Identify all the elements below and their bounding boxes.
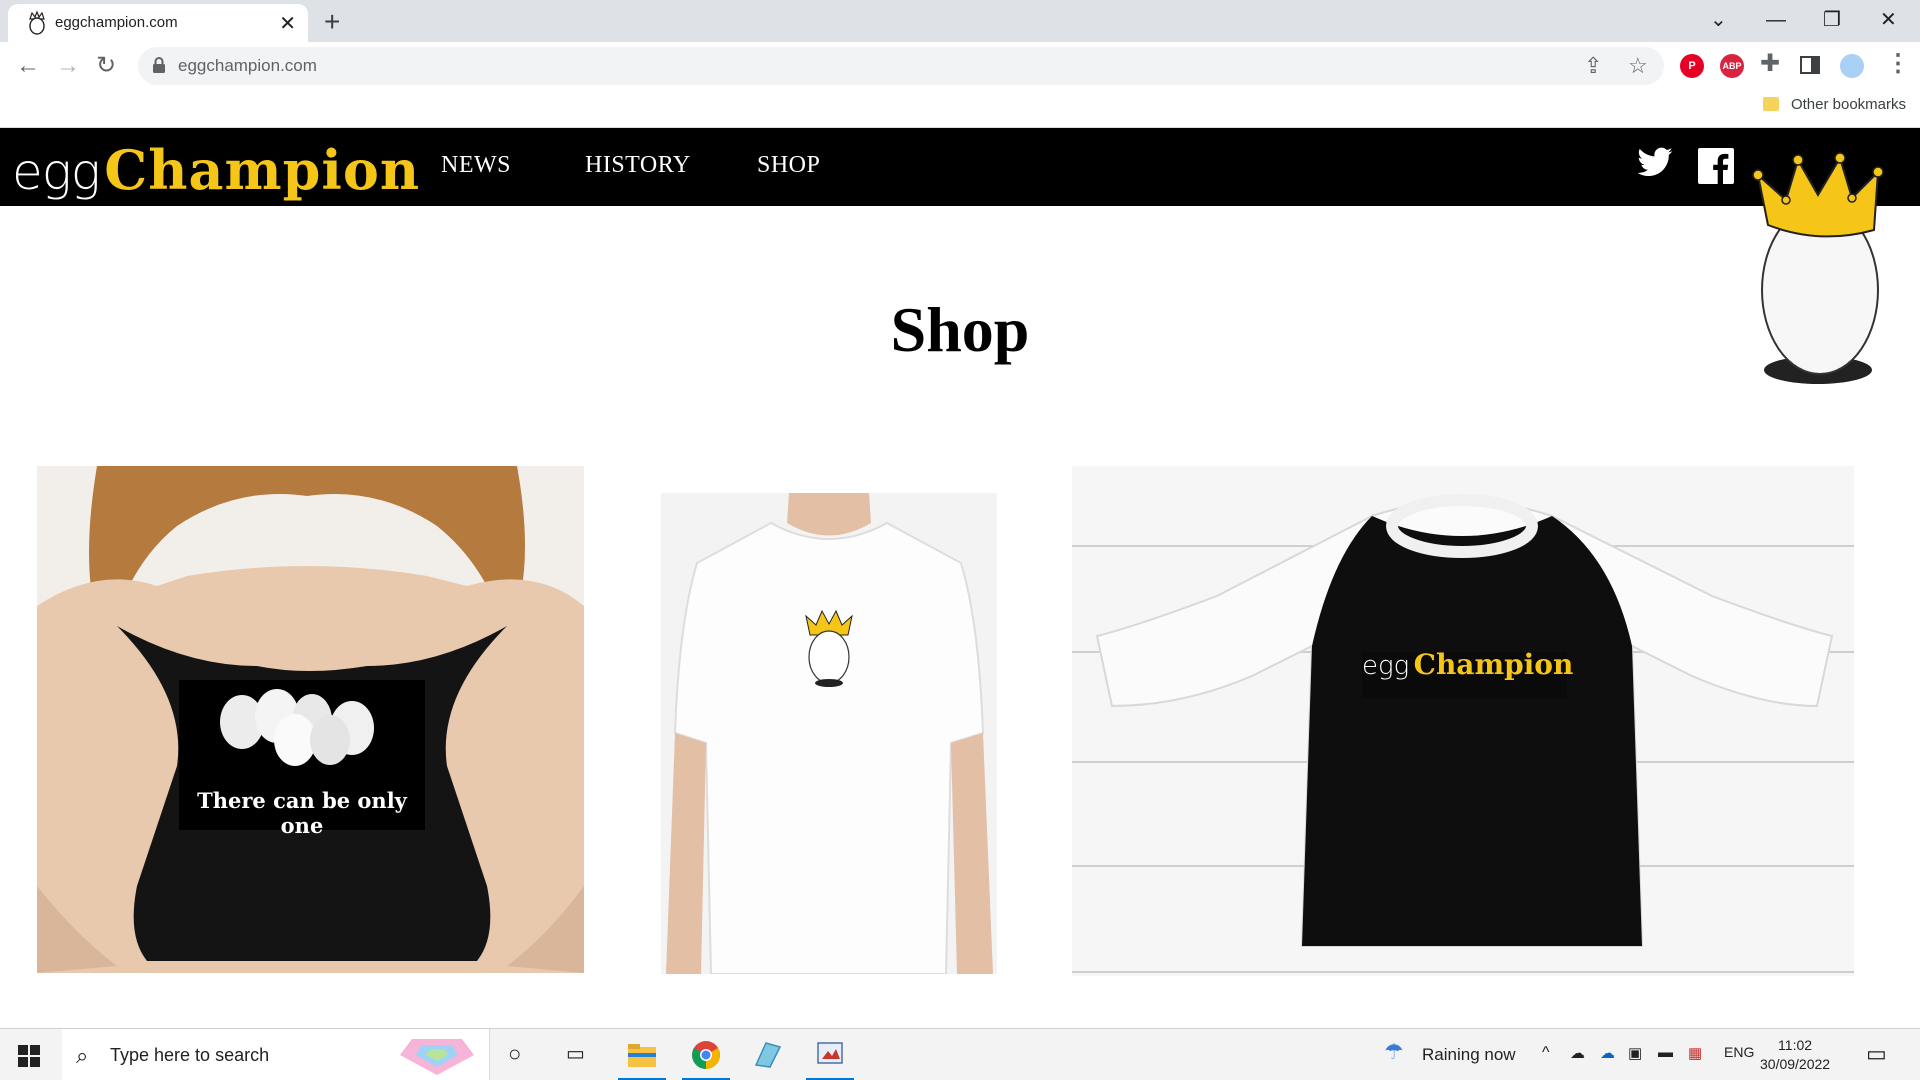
side-panel-icon[interactable]	[1800, 56, 1820, 74]
logo-egg-text: egg	[12, 143, 101, 201]
share-icon[interactable]: ⇪	[1584, 53, 1602, 79]
tab-search-icon[interactable]: ⌄	[1710, 4, 1727, 36]
site-logo[interactable]: egg Champion	[12, 138, 420, 202]
reload-icon[interactable]: ↻	[96, 50, 116, 82]
notifications-icon[interactable]: ▭	[1866, 1041, 1887, 1067]
lock-icon	[153, 57, 165, 73]
search-highlight-icon	[400, 1039, 474, 1075]
profile-avatar[interactable]	[1840, 54, 1864, 78]
language-indicator[interactable]: ENG	[1724, 1044, 1754, 1060]
windows-taskbar: ⌕ Type here to search ○ ▭ ☂ Raining now …	[0, 1028, 1920, 1080]
calendar-notification-icon[interactable]: ▦	[1688, 1044, 1702, 1062]
paint-icon[interactable]	[752, 1039, 784, 1071]
twitter-icon[interactable]	[1636, 146, 1674, 180]
browser-tab[interactable]: eggchampion.com ✕	[8, 4, 308, 42]
clock-time: 11:02	[1778, 1037, 1813, 1053]
browser-tab-strip: eggchampion.com ✕ + ⌄ — ❐ ✕	[0, 0, 1920, 42]
product-white-tshirt[interactable]	[661, 493, 997, 974]
adblock-extension-icon[interactable]: ABP	[1720, 54, 1744, 78]
product-crop-top[interactable]: There can be only one	[37, 466, 584, 973]
onedrive-cloud-icon[interactable]: ☁	[1570, 1044, 1585, 1062]
show-hidden-icons-chevron-icon[interactable]: ^	[1542, 1044, 1550, 1062]
taskbar-search-box[interactable]: ⌕ Type here to search	[62, 1029, 490, 1080]
product-tagline: There can be only one	[197, 788, 407, 838]
product-raglan-tshirt[interactable]: egg Champion	[1072, 466, 1854, 976]
raglan-print-logo: egg Champion	[1362, 648, 1574, 681]
weather-text[interactable]: Raining now	[1422, 1045, 1516, 1065]
browser-menu-icon[interactable]: ⋮	[1886, 48, 1910, 80]
egg-crown-favicon-icon	[29, 10, 45, 35]
url-text[interactable]: eggchampion.com	[178, 56, 317, 76]
crop-top-photo	[37, 466, 584, 973]
extensions-puzzle-icon[interactable]: ✚	[1760, 48, 1780, 80]
other-bookmarks-folder[interactable]: Other bookmarks	[1762, 96, 1906, 113]
browser-toolbar: ← → ↻ eggchampion.com ⇪ ☆ P ABP ✚ ⋮	[0, 42, 1920, 90]
new-tab-button[interactable]: +	[324, 4, 340, 40]
battery-icon[interactable]: ▬	[1658, 1044, 1673, 1061]
page-title: Shop	[890, 294, 1030, 365]
tab-close-icon[interactable]: ✕	[279, 11, 296, 36]
folder-icon	[1762, 97, 1779, 111]
tab-title: eggchampion.com	[55, 14, 178, 31]
nav-history[interactable]: HISTORY	[585, 152, 691, 179]
bookmark-star-icon[interactable]: ☆	[1628, 53, 1648, 79]
nav-shop[interactable]: SHOP	[757, 152, 820, 179]
search-placeholder: Type here to search	[110, 1045, 270, 1065]
window-close-button[interactable]: ✕	[1880, 4, 1897, 36]
search-icon: ⌕	[76, 1043, 89, 1068]
white-tshirt-photo	[661, 493, 997, 974]
facebook-icon[interactable]	[1698, 148, 1734, 184]
back-arrow-icon[interactable]: ←	[16, 50, 40, 82]
site-header: egg Champion NEWS HISTORY SHOP	[0, 128, 1920, 206]
restore-button[interactable]: ❐	[1823, 4, 1841, 36]
windows-start-icon[interactable]	[18, 1045, 40, 1067]
minimize-button[interactable]: —	[1766, 4, 1786, 36]
forward-arrow-icon[interactable]: →	[56, 50, 80, 82]
cortana-icon[interactable]: ○	[508, 1041, 521, 1067]
bookmarks-bar: Other bookmarks	[0, 90, 1920, 128]
address-bar[interactable]: eggchampion.com ⇪ ☆	[138, 47, 1664, 85]
weather-umbrella-icon[interactable]: ☂	[1384, 1039, 1404, 1065]
raglan-tshirt-photo	[1072, 466, 1854, 976]
chrome-icon[interactable]	[690, 1039, 722, 1071]
file-explorer-icon[interactable]	[626, 1039, 658, 1071]
media-app-icon[interactable]	[814, 1039, 846, 1071]
nav-news[interactable]: NEWS	[441, 152, 511, 179]
clock-date: 30/09/2022	[1760, 1056, 1831, 1072]
display-icon[interactable]: ▣	[1628, 1044, 1642, 1062]
task-view-icon[interactable]: ▭	[566, 1041, 585, 1066]
system-clock[interactable]: 11:02 30/09/2022	[1760, 1036, 1830, 1074]
pinterest-extension-icon[interactable]: P	[1680, 54, 1704, 78]
onedrive-blue-cloud-icon[interactable]: ☁	[1600, 1044, 1615, 1062]
logo-champion-text: Champion	[104, 138, 421, 202]
